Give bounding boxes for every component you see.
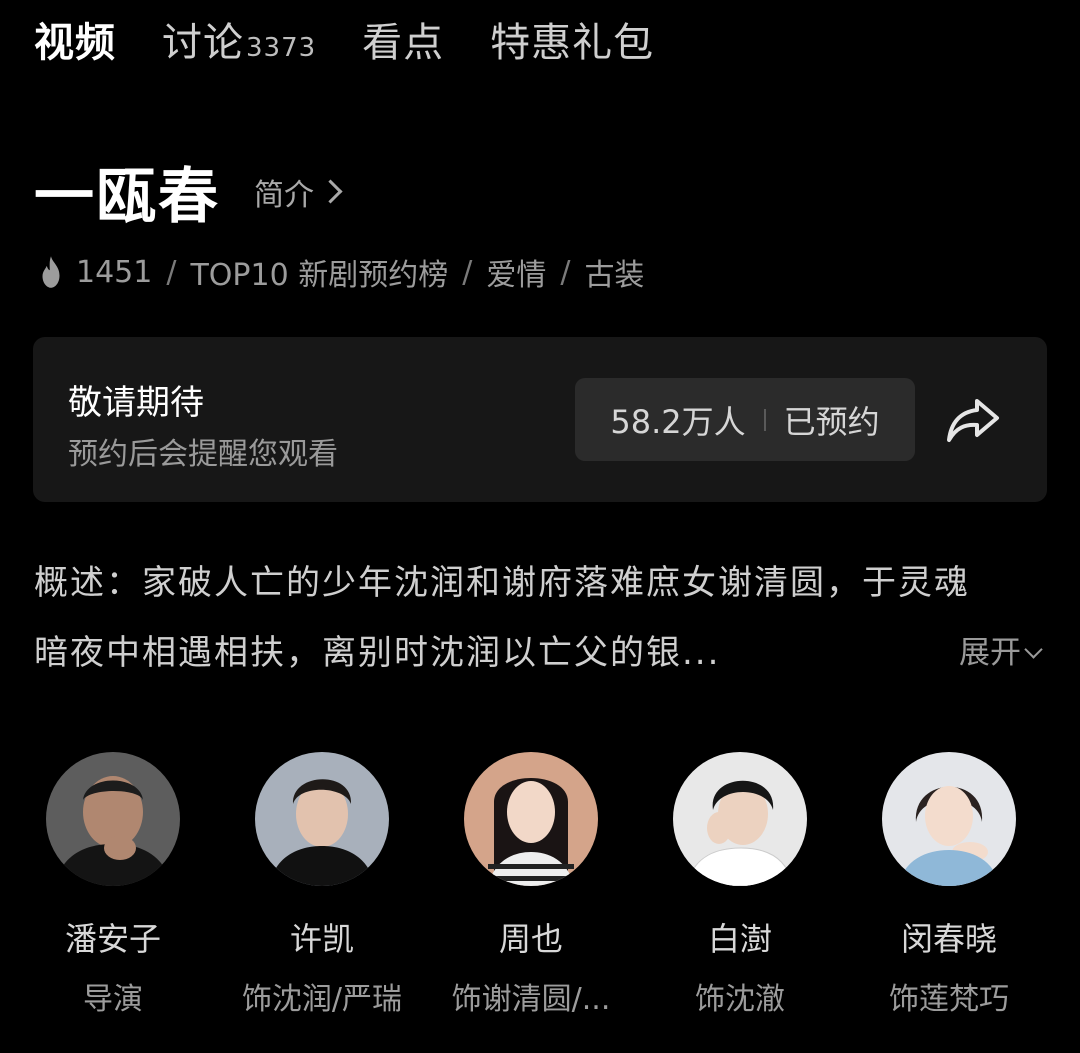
cast-name: 白澍: [707, 920, 772, 958]
synopsis-line-1: 概述：家破人亡的少年沈润和谢府落难庶女谢清圆，于灵魂: [34, 563, 970, 603]
cast-member[interactable]: 许凯 饰沈润/严瑞: [217, 752, 427, 1018]
meta-row: 1451 / TOP10 新剧预约榜 / 爱情 / 古装: [36, 250, 644, 294]
flame-icon: [42, 256, 60, 288]
reserved-button[interactable]: 58.2万人 已预约: [575, 378, 915, 461]
expand-button[interactable]: 展开: [959, 618, 1043, 688]
chevron-down-icon: [1024, 639, 1043, 659]
intro-link[interactable]: 简介: [254, 170, 343, 214]
tab-highlights[interactable]: 看点: [362, 18, 444, 68]
cast-name: 闵春晓: [900, 920, 997, 958]
heat-value: 1451: [76, 254, 153, 290]
avatar: [255, 752, 389, 886]
reservation-status: 已预约: [783, 402, 880, 441]
separator: /: [166, 254, 177, 290]
title-row: 一瓯春 简介: [34, 148, 343, 235]
chevron-right-icon: [318, 179, 343, 204]
tab-discussion[interactable]: 讨论3373: [162, 18, 316, 73]
genre-tag[interactable]: 古装: [584, 250, 644, 294]
tab-discussion-label: 讨论: [162, 20, 244, 66]
separator: /: [560, 254, 571, 290]
avatar: [46, 752, 180, 886]
show-title: 一瓯春: [34, 162, 220, 232]
tab-highlights-label: 看点: [362, 20, 445, 66]
synopsis-line-2: 暗夜中相遇相扶，离别时沈润以亡父的银...: [34, 633, 721, 673]
cast-role: 饰谢清圆/...: [451, 982, 611, 1017]
share-icon[interactable]: [945, 395, 1001, 445]
separator: /: [462, 254, 473, 290]
intro-link-label: 简介: [254, 177, 314, 213]
synopsis-line-2-row: 暗夜中相遇相扶，离别时沈润以亡父的银... 展开: [34, 618, 1054, 688]
reservation-subtext: 预约后会提醒您观看: [68, 437, 338, 472]
cast-role: 饰沈润/严瑞: [241, 982, 403, 1017]
tab-gift-pack-label: 特惠礼包: [490, 20, 655, 66]
cast-member[interactable]: 白澍 饰沈澈: [635, 752, 845, 1018]
cast-member[interactable]: 潘安子 导演: [8, 752, 218, 1018]
avatar: [464, 752, 598, 886]
cast-role: 导演: [83, 982, 143, 1017]
tab-videos-label: 视频: [34, 20, 116, 66]
cast-name: 许凯: [289, 920, 354, 958]
avatar: [673, 752, 807, 886]
cast-role: 饰莲梵巧: [889, 982, 1009, 1017]
avatar: [882, 752, 1016, 886]
cast-name: 周也: [498, 920, 563, 958]
expand-label: 展开: [959, 635, 1021, 671]
reservation-headline: 敬请期待: [68, 383, 204, 423]
cast-member[interactable]: 周也 饰谢清圆/...: [426, 752, 636, 1018]
reservation-count: 58.2万人: [610, 402, 746, 441]
tab-bar: 视频 讨论3373 看点 特惠礼包: [34, 18, 700, 73]
reservation-card: 敬请期待 预约后会提醒您观看 58.2万人 已预约: [33, 337, 1047, 502]
cast-member[interactable]: 闵春晓 饰莲梵巧: [844, 752, 1054, 1018]
tab-videos[interactable]: 视频: [34, 18, 116, 68]
divider: [763, 408, 766, 431]
genre-tag[interactable]: 爱情: [486, 250, 546, 294]
cast-role: 饰沈澈: [695, 982, 785, 1017]
ranking-badge[interactable]: TOP10 新剧预约榜: [190, 250, 448, 294]
discussion-count: 3373: [246, 33, 317, 63]
tab-gift-pack[interactable]: 特惠礼包: [490, 18, 654, 68]
cast-name: 潘安子: [64, 920, 161, 958]
synopsis: 概述：家破人亡的少年沈润和谢府落难庶女谢清圆，于灵魂 暗夜中相遇相扶，离别时沈润…: [34, 548, 1054, 688]
